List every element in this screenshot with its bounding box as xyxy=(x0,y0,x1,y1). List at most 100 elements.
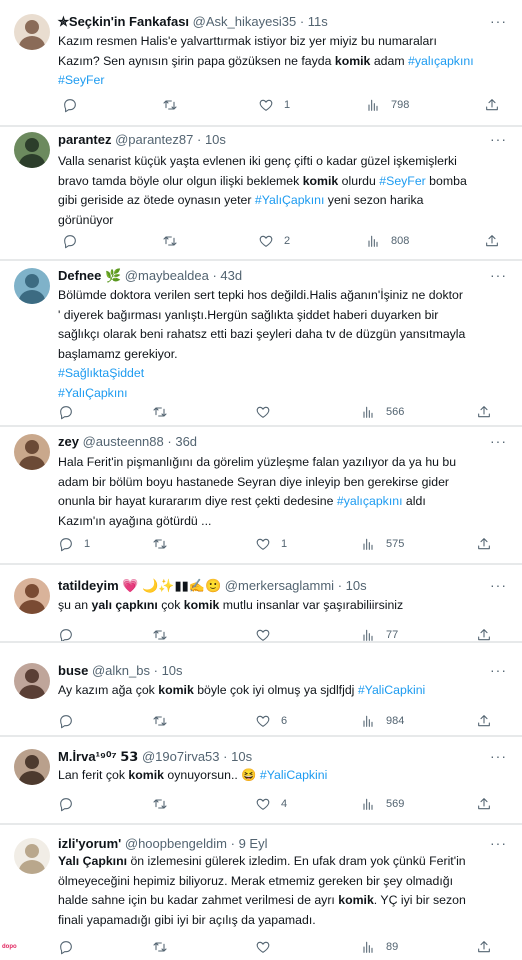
tweet-card[interactable]: parantez @parantez87 · 10s ··· Valla senar… xyxy=(0,127,522,261)
hashtag-link[interactable]: #YalıÇapkını xyxy=(58,386,128,400)
avatar[interactable] xyxy=(14,578,50,614)
timestamp[interactable]: 10s xyxy=(346,578,367,593)
hashtag-link[interactable]: #yalıçapkını xyxy=(337,494,403,508)
like-button[interactable]: 1 xyxy=(258,96,290,114)
more-options-icon[interactable]: ··· xyxy=(490,578,507,592)
share-button[interactable] xyxy=(484,96,500,114)
retweet-button[interactable] xyxy=(162,232,188,250)
share-button[interactable] xyxy=(476,795,492,813)
reply-button[interactable] xyxy=(58,712,84,730)
author-handle[interactable]: @maybealdea xyxy=(125,268,209,283)
tweet-card[interactable]: zey @austeenn88 · 36d ··· Hala Ferit'in pi… xyxy=(0,427,522,565)
timestamp[interactable]: 10s xyxy=(231,749,252,764)
like-button[interactable]: 2 xyxy=(258,232,290,250)
like-button[interactable]: 6 xyxy=(255,712,287,730)
views-button[interactable]: 808 xyxy=(365,232,409,250)
hashtag-link[interactable]: #SeyFer xyxy=(379,174,425,188)
avatar[interactable] xyxy=(14,749,50,785)
tweet-text: Kazım resmen Halis'e yalvarttırmak istiy… xyxy=(58,32,474,91)
share-button[interactable] xyxy=(476,938,492,956)
tweet-text: Hala Ferit'in pişmanlığını da görelim yü… xyxy=(58,453,456,531)
retweet-button[interactable] xyxy=(152,795,178,813)
share-button[interactable] xyxy=(476,535,492,553)
reply-button[interactable] xyxy=(58,403,84,421)
timestamp[interactable]: 10s xyxy=(162,663,183,678)
author-name[interactable]: izli'yorum' xyxy=(58,836,121,851)
more-options-icon[interactable]: ··· xyxy=(490,434,507,448)
text-segment: Valla senarist küçük yaşta evlenen iki g… xyxy=(58,154,457,168)
timestamp[interactable]: 43d xyxy=(220,268,242,283)
hashtag-link[interactable]: #SağlıktaŞiddet xyxy=(58,366,144,380)
tweet-card[interactable]: buse @alkn_bs · 10s ··· Ay kazım ağa çok k… xyxy=(0,643,522,737)
hashtag-link[interactable]: #YaliCapkini xyxy=(260,768,327,782)
author-handle[interactable]: @alkn_bs xyxy=(92,663,150,678)
author-name[interactable]: tatildeyim xyxy=(58,578,119,593)
more-options-icon[interactable]: ··· xyxy=(490,268,507,282)
retweet-button[interactable] xyxy=(152,938,178,956)
avatar[interactable] xyxy=(14,132,50,168)
timestamp[interactable]: 11s xyxy=(308,14,328,29)
views-button[interactable]: 575 xyxy=(360,535,404,553)
reply-button[interactable] xyxy=(58,938,84,956)
more-options-icon[interactable]: ··· xyxy=(490,749,507,763)
like-button[interactable] xyxy=(255,403,281,421)
author-handle[interactable]: @parantez87 xyxy=(115,132,193,147)
timestamp[interactable]: 36d xyxy=(175,434,197,449)
author-handle[interactable]: @19o7irva53 xyxy=(142,749,220,764)
views-button[interactable]: 984 xyxy=(360,712,404,730)
author-name[interactable]: Defnee xyxy=(58,268,101,283)
share-button[interactable] xyxy=(476,712,492,730)
retweet-button[interactable] xyxy=(162,96,188,114)
share-icon xyxy=(476,713,492,729)
timestamp[interactable]: 10s xyxy=(205,132,226,147)
timestamp[interactable]: 9 Eyl xyxy=(239,836,268,851)
retweet-button[interactable] xyxy=(152,712,178,730)
hashtag-link[interactable]: #SeyFer xyxy=(58,73,104,87)
views-button[interactable]: 89 xyxy=(360,938,398,956)
share-button[interactable] xyxy=(484,232,500,250)
views-button[interactable]: 566 xyxy=(360,403,404,421)
tweet-card[interactable]: tatildeyim 💗 🌙✨▮▮✍🙂 @merkersaglammi · 10… xyxy=(0,565,522,643)
retweet-button[interactable] xyxy=(152,403,178,421)
avatar[interactable] xyxy=(14,434,50,470)
like-button[interactable]: 4 xyxy=(255,795,287,813)
more-options-icon[interactable]: ··· xyxy=(490,836,507,850)
tweet-text: Valla senarist küçük yaşta evlenen iki g… xyxy=(58,152,467,230)
avatar[interactable] xyxy=(14,268,50,304)
more-options-icon[interactable]: ··· xyxy=(490,663,507,677)
like-button[interactable] xyxy=(255,938,281,956)
author-name[interactable]: M.İrva¹⁹⁰⁷ 𝟱𝟯 xyxy=(58,749,138,764)
reply-button[interactable] xyxy=(58,795,84,813)
tweet-card[interactable]: izli'yorum' @hoopbengeldim · 9 Eyl ··· Yal… xyxy=(0,825,522,960)
author-handle[interactable]: @Ask_hikayesi35 xyxy=(193,14,297,29)
hashtag-link[interactable]: #yalıçapkını xyxy=(408,54,474,68)
more-options-icon[interactable]: ··· xyxy=(490,132,507,146)
views-button[interactable]: 569 xyxy=(360,795,404,813)
author-name[interactable]: parantez xyxy=(58,132,111,147)
avatar[interactable] xyxy=(14,14,50,50)
author-handle[interactable]: @austeenn88 xyxy=(83,434,164,449)
hashtag-link[interactable]: #YaliCapkini xyxy=(358,683,425,697)
views-button[interactable]: 798 xyxy=(365,96,409,114)
author-name[interactable]: ✮Seçkin'in Fankafası xyxy=(58,14,189,29)
share-button[interactable] xyxy=(476,403,492,421)
author-name[interactable]: zey xyxy=(58,434,79,449)
tweet-text-line: Kazım resmen Halis'e yalvarttırmak istiy… xyxy=(58,32,474,52)
tweet-card[interactable]: ✮Seçkin'in Fankafası @Ask_hikayesi35 · 1… xyxy=(0,0,522,127)
like-button[interactable]: 1 xyxy=(255,535,287,553)
author-handle[interactable]: @merkersaglammi xyxy=(225,578,334,593)
more-options-icon[interactable]: ··· xyxy=(490,14,507,28)
text-segment: finali yapamadığı gibi iyi bir açılış da… xyxy=(58,912,316,927)
reply-button[interactable] xyxy=(62,232,88,250)
tweet-card[interactable]: Defnee 🌿 @maybealdea · 43d ··· Bölümde dok… xyxy=(0,261,522,427)
author-name[interactable]: buse xyxy=(58,663,88,678)
reply-button[interactable] xyxy=(62,96,88,114)
avatar[interactable] xyxy=(14,663,50,699)
reply-button[interactable]: 1 xyxy=(58,535,90,553)
avatar[interactable] xyxy=(14,838,50,874)
tweet-card[interactable]: M.İrva¹⁹⁰⁷ 𝟱𝟯 @19o7irva53 · 10s ··· Lan fe… xyxy=(0,737,522,825)
author-handle[interactable]: @hoopbengeldim xyxy=(125,836,227,851)
text-segment: ' diyerek bağırması yanlıştı.Hergün sağl… xyxy=(58,307,439,322)
retweet-button[interactable] xyxy=(152,535,178,553)
hashtag-link[interactable]: #YalıÇapkını xyxy=(255,193,325,207)
